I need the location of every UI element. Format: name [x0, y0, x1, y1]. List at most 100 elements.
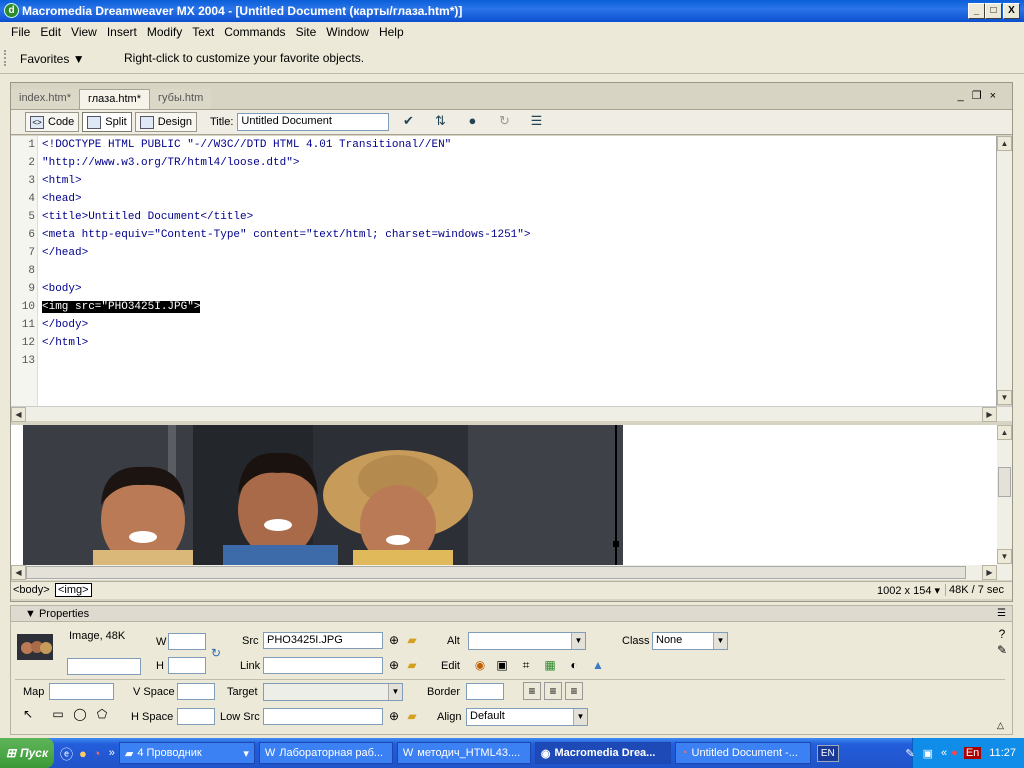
- design-view[interactable]: [11, 425, 997, 565]
- point-to-file-icon[interactable]: ⊕: [385, 708, 403, 726]
- scroll-thumb[interactable]: [26, 566, 966, 579]
- tag-selector-body[interactable]: <body>: [13, 584, 50, 596]
- vspace-input[interactable]: [177, 683, 215, 700]
- menu-view[interactable]: View: [66, 25, 102, 39]
- taskbar-word-lab[interactable]: W Лабораторная раб...: [258, 742, 393, 764]
- tray-traffic-icon[interactable]: ●: [951, 747, 958, 759]
- browse-folder-icon[interactable]: ▰: [403, 632, 421, 650]
- image-name-input[interactable]: [67, 658, 141, 675]
- scroll-right-icon[interactable]: ▶: [982, 407, 997, 422]
- maximize-button[interactable]: □: [985, 3, 1002, 19]
- tray-expand-icon[interactable]: «: [941, 747, 947, 759]
- quicklaunch-expand-icon[interactable]: »: [109, 747, 115, 759]
- taskbar-explorer[interactable]: ▰ 4 Проводник ▾: [118, 742, 255, 764]
- scroll-left-icon[interactable]: ◀: [11, 565, 26, 580]
- code-line[interactable]: "http://www.w3.org/TR/html4/loose.dtd">: [42, 157, 299, 169]
- tab-guby[interactable]: губы.htm: [150, 89, 212, 109]
- menu-edit[interactable]: Edit: [35, 25, 66, 39]
- scroll-left-icon[interactable]: ◀: [11, 407, 26, 422]
- code-line[interactable]: <meta http-equiv="Content-Type" content=…: [42, 229, 530, 241]
- menu-file[interactable]: File: [6, 25, 35, 39]
- minimize-button[interactable]: _: [968, 3, 985, 19]
- rectangle-hotspot-icon[interactable]: ▭: [49, 706, 67, 724]
- class-select[interactable]: None ▼: [652, 632, 728, 650]
- quicklaunch-media-icon[interactable]: ●: [79, 746, 87, 761]
- lowsrc-input[interactable]: [263, 708, 383, 725]
- code-line[interactable]: <html>: [42, 175, 82, 187]
- taskbar-dreamweaver[interactable]: ◉ Macromedia Drea...: [534, 742, 671, 764]
- height-input[interactable]: [168, 657, 206, 674]
- menu-window[interactable]: Window: [321, 25, 374, 39]
- code-view-button[interactable]: <> Code: [25, 112, 80, 132]
- tray-network-icon[interactable]: ▣: [923, 747, 933, 760]
- resample-icon[interactable]: ▦: [541, 657, 559, 675]
- brightness-contrast-icon[interactable]: ◐: [565, 657, 583, 675]
- tag-selector-img[interactable]: <img>: [55, 583, 92, 597]
- target-select[interactable]: ▼: [263, 683, 403, 701]
- scroll-thumb[interactable]: [998, 467, 1011, 497]
- collapse-panel-icon[interactable]: △: [997, 720, 1004, 731]
- menu-modify[interactable]: Modify: [142, 25, 187, 39]
- menu-text[interactable]: Text: [187, 25, 219, 39]
- doc-restore-icon[interactable]: ❐: [972, 90, 990, 102]
- file-management-icon[interactable]: ⇅: [427, 112, 453, 132]
- tray-keyboard-icon[interactable]: En: [963, 747, 982, 759]
- scroll-up-icon[interactable]: ▲: [997, 425, 1012, 440]
- code-line[interactable]: <head>: [42, 193, 82, 205]
- code-line[interactable]: </html>: [42, 337, 88, 349]
- taskbar-browser[interactable]: ◔ Untitled Document -...: [674, 742, 811, 764]
- code-line[interactable]: <title>Untitled Document</title>: [42, 211, 253, 223]
- refresh-icon[interactable]: ↻: [491, 112, 517, 132]
- code-line[interactable]: <!DOCTYPE HTML PUBLIC "-//W3C//DTD HTML …: [42, 139, 451, 151]
- tab-glaza[interactable]: глаза.htm*: [78, 89, 151, 109]
- code-line[interactable]: <body>: [42, 283, 82, 295]
- sharpen-icon[interactable]: ▲: [589, 657, 607, 675]
- language-indicator[interactable]: EN: [816, 744, 839, 762]
- point-to-file-icon[interactable]: ⊕: [385, 632, 403, 650]
- window-size-dropdown[interactable]: 1002 x 154 ▾: [877, 584, 940, 597]
- src-input[interactable]: PHO3425I.JPG: [263, 632, 383, 649]
- design-vertical-scrollbar[interactable]: ▲ ▼: [997, 425, 1012, 565]
- crop-icon[interactable]: ⌗: [517, 657, 535, 675]
- browser-check-icon[interactable]: ✔: [395, 112, 421, 132]
- code-line[interactable]: </head>: [42, 247, 88, 259]
- options-menu-icon[interactable]: ☰: [997, 608, 1006, 619]
- polygon-hotspot-icon[interactable]: ⬠: [93, 706, 111, 724]
- menu-help[interactable]: Help: [374, 25, 409, 39]
- design-horizontal-scrollbar[interactable]: ◀ ▶: [11, 565, 1012, 580]
- favorites-dropdown[interactable]: Favorites ▼: [20, 52, 85, 66]
- align-center-icon[interactable]: ≡: [544, 682, 562, 700]
- quicklaunch-opera-icon[interactable]: ◔: [93, 746, 101, 761]
- align-select[interactable]: Default ▼: [466, 708, 588, 726]
- reset-size-icon[interactable]: ↻: [207, 645, 225, 663]
- alt-select[interactable]: ▼: [468, 632, 586, 650]
- doc-close-icon[interactable]: ×: [990, 90, 1004, 102]
- document-title-input[interactable]: Untitled Document: [237, 113, 390, 131]
- point-to-file-icon[interactable]: ⊕: [385, 657, 403, 675]
- bar-grip-icon[interactable]: [4, 50, 10, 66]
- selected-image[interactable]: [23, 425, 623, 565]
- code-vertical-scrollbar[interactable]: ▲ ▼: [997, 136, 1012, 405]
- preview-in-browser-icon[interactable]: ●: [459, 112, 485, 132]
- border-input[interactable]: [466, 683, 504, 700]
- link-input[interactable]: [263, 657, 383, 674]
- quicklaunch-ie-icon[interactable]: ⓔ: [60, 744, 73, 763]
- properties-header[interactable]: ▼ Properties: [11, 606, 1012, 622]
- browse-folder-icon[interactable]: ▰: [403, 657, 421, 675]
- width-input[interactable]: [168, 633, 206, 650]
- tab-index[interactable]: index.htm*: [11, 89, 79, 109]
- menu-insert[interactable]: Insert: [102, 25, 142, 39]
- align-left-icon[interactable]: ≡: [523, 682, 541, 700]
- taskbar-word-method[interactable]: Wметодич_HTML43....: [396, 742, 531, 764]
- tray-tool-icon[interactable]: ✎: [905, 747, 914, 760]
- doc-minimize-icon[interactable]: _: [958, 90, 972, 102]
- code-line[interactable]: <img src="PHO3425I.JPG">: [42, 301, 201, 313]
- start-button[interactable]: ⊞ Пуск: [0, 738, 54, 768]
- map-name-input[interactable]: [49, 683, 114, 700]
- oval-hotspot-icon[interactable]: ◯: [71, 706, 89, 724]
- resize-handle-icon[interactable]: [613, 541, 619, 547]
- browse-folder-icon[interactable]: ▰: [403, 708, 421, 726]
- quick-tag-editor-icon[interactable]: ✎: [993, 642, 1011, 660]
- align-right-icon[interactable]: ≡: [565, 682, 583, 700]
- design-view-button[interactable]: Design: [134, 112, 197, 132]
